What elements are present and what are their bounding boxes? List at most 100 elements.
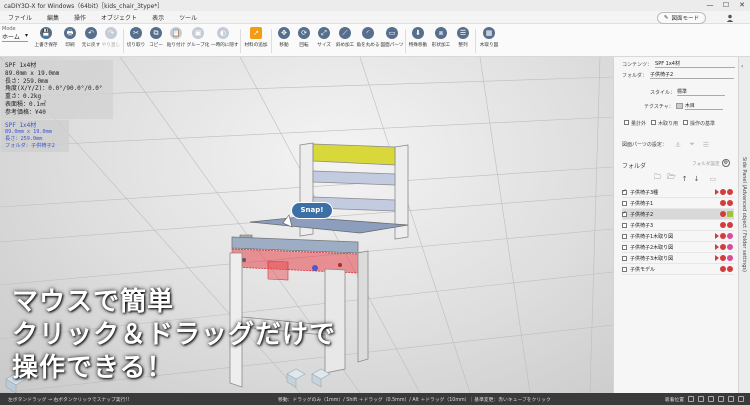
drawing-parts-button[interactable]: ▭ 図面パーツ xyxy=(380,27,404,55)
play-icon[interactable] xyxy=(715,189,719,195)
menu-operation[interactable]: 操作 xyxy=(74,13,86,22)
folder-settings-label[interactable]: フォルダ設定 xyxy=(692,161,720,167)
folder-header: フォルダ フォルダ設定 ⚙ xyxy=(614,159,739,171)
shape-process-button[interactable]: ⧈ 形状加工 xyxy=(429,27,453,55)
texture-swatch[interactable] xyxy=(675,103,683,109)
eye-icon[interactable] xyxy=(727,255,733,261)
lock-icon[interactable] xyxy=(720,200,726,206)
perspective-icon[interactable] xyxy=(718,396,724,402)
tree-item[interactable]: 子供椅子1 xyxy=(622,198,734,209)
tree-item[interactable]: 子供椅子3種 xyxy=(622,187,734,198)
lock-icon[interactable] xyxy=(720,222,726,228)
tree-item[interactable]: 子供椅子3 xyxy=(622,220,734,231)
lock-icon[interactable] xyxy=(720,189,726,195)
mode-value: ホーム xyxy=(2,34,20,41)
menu-file[interactable]: ファイル xyxy=(8,13,32,22)
lock-icon[interactable] xyxy=(720,244,726,250)
eye-icon[interactable] xyxy=(727,189,733,195)
filter-icon[interactable]: ⏷ xyxy=(689,140,695,149)
view-cube-icon[interactable] xyxy=(286,368,331,388)
tree-item[interactable]: 子供椅子2木取り図 xyxy=(622,242,734,253)
move-icon: ✥ xyxy=(278,27,290,39)
checkbox[interactable] xyxy=(683,120,689,125)
menu-edit[interactable]: 編集 xyxy=(47,13,59,22)
add-material-button[interactable]: ↗ 材料の追加 xyxy=(244,27,268,55)
tree-item[interactable]: 子供椅子1木取り図 xyxy=(622,231,734,242)
snap-position-label[interactable]: 吸着位置 xyxy=(665,396,684,403)
checkbox[interactable] xyxy=(624,120,629,125)
new-folder-icon[interactable]: 🗀 xyxy=(654,173,661,184)
eye-icon[interactable] xyxy=(727,244,733,250)
align-button[interactable]: ☰ 整列 xyxy=(451,27,475,55)
folder-select[interactable]: 子供椅子2 xyxy=(650,71,735,79)
checkbox[interactable] xyxy=(622,255,627,261)
special-move-button[interactable]: ⬇ 特殊移動 xyxy=(406,27,430,55)
group-button[interactable]: ▣ グループ化 xyxy=(186,27,210,55)
cut-list-button[interactable]: ▦ 木取り図 xyxy=(477,27,501,55)
checkbox[interactable] xyxy=(651,120,657,125)
round-corner-button[interactable]: ◜ 角を丸める xyxy=(356,27,380,55)
user-icon[interactable] xyxy=(726,14,734,22)
side-panel-tab[interactable]: ‹ Side Panel (Advanced object / Folder s… xyxy=(738,57,750,393)
menu-tools[interactable]: ツール xyxy=(179,13,197,22)
tree-item[interactable]: 子供椅子2 xyxy=(622,209,734,220)
checkbox[interactable] xyxy=(622,266,627,272)
drawing-mode-button[interactable]: ✎ 図面モード xyxy=(656,11,706,24)
eye-icon[interactable] xyxy=(727,222,733,228)
texture-select[interactable]: 木目 xyxy=(684,102,723,110)
side-panel-tab-label: Side Panel (Advanced object / Folder set… xyxy=(741,157,747,272)
camera-icon[interactable] xyxy=(708,396,714,402)
bevel-button[interactable]: ⟋ 斜め加工 xyxy=(333,27,357,55)
lock-icon[interactable] xyxy=(720,211,726,217)
eye-icon[interactable] xyxy=(727,266,733,272)
checkbox[interactable] xyxy=(622,233,627,239)
reference-check[interactable]: 操作の基準 xyxy=(683,120,715,127)
chevron-left-icon[interactable]: ‹ xyxy=(741,63,743,70)
grid-icon[interactable] xyxy=(688,396,694,402)
style-select[interactable]: 標準 xyxy=(677,88,726,96)
bevel-label: 斜め加工 xyxy=(335,43,355,48)
eye-icon[interactable] xyxy=(727,233,733,239)
checkbox[interactable] xyxy=(622,222,627,228)
exclude-check[interactable]: 量計外 xyxy=(624,120,646,127)
menu-view[interactable]: 表示 xyxy=(152,13,164,22)
cutting-check[interactable]: 木取り用 xyxy=(651,120,678,127)
eye-icon[interactable] xyxy=(727,200,733,206)
special-move-icon: ⬇ xyxy=(412,27,424,39)
checkbox[interactable] xyxy=(622,244,627,250)
parts-icon[interactable]: ⚓ xyxy=(675,141,681,149)
lock-icon[interactable] xyxy=(720,233,726,239)
settings-icon[interactable] xyxy=(738,396,744,402)
content-value[interactable]: SPF 1x4材 xyxy=(655,60,736,68)
tree-item[interactable]: 子供モデル xyxy=(622,264,734,275)
list-icon[interactable]: ☰ xyxy=(703,141,709,149)
arrow-down-icon[interactable]: ↓ xyxy=(694,175,700,183)
play-icon[interactable] xyxy=(715,255,719,261)
checkbox[interactable] xyxy=(622,200,627,206)
color-swatch-icon[interactable] xyxy=(727,211,733,217)
maximize-button[interactable]: ☐ xyxy=(718,0,734,11)
play-icon[interactable] xyxy=(715,244,719,250)
checkbox[interactable] xyxy=(622,188,627,195)
mode-selector[interactable]: Mode ホーム ▾ xyxy=(2,26,32,54)
paste-button[interactable]: 📋 貼り付け xyxy=(164,27,188,55)
play-icon[interactable] xyxy=(715,233,719,239)
menu-object[interactable]: オブジェクト xyxy=(101,13,137,22)
save-button[interactable]: 💾 上書き保存 xyxy=(34,27,58,55)
snap-icon[interactable] xyxy=(698,396,704,402)
folder-copy-icon[interactable]: 🗁 xyxy=(667,173,676,184)
light-icon[interactable] xyxy=(728,396,734,402)
lock-icon[interactable] xyxy=(720,255,726,261)
close-button[interactable]: ✕ xyxy=(734,0,750,11)
minimize-button[interactable]: — xyxy=(702,0,718,11)
hide-button[interactable]: ◐ 一時的に隠す xyxy=(211,27,239,55)
checkbox[interactable] xyxy=(622,210,627,217)
folder-collapse-icon[interactable]: ▭ xyxy=(709,175,716,183)
resize-icon: ⤢ xyxy=(318,27,330,39)
settings-icon[interactable]: ⚙ xyxy=(722,159,730,167)
lock-icon[interactable] xyxy=(720,266,726,272)
3d-viewport[interactable]: SPF 1x4材 89.0mm x 19.0mm 長さ：259.0mm 角度(X… xyxy=(0,57,613,393)
tree-item[interactable]: 子供椅子3木取り図 xyxy=(622,253,734,264)
arrow-up-icon[interactable]: ↑ xyxy=(682,175,688,183)
redo-button[interactable]: ↷ やり直し xyxy=(99,27,123,55)
